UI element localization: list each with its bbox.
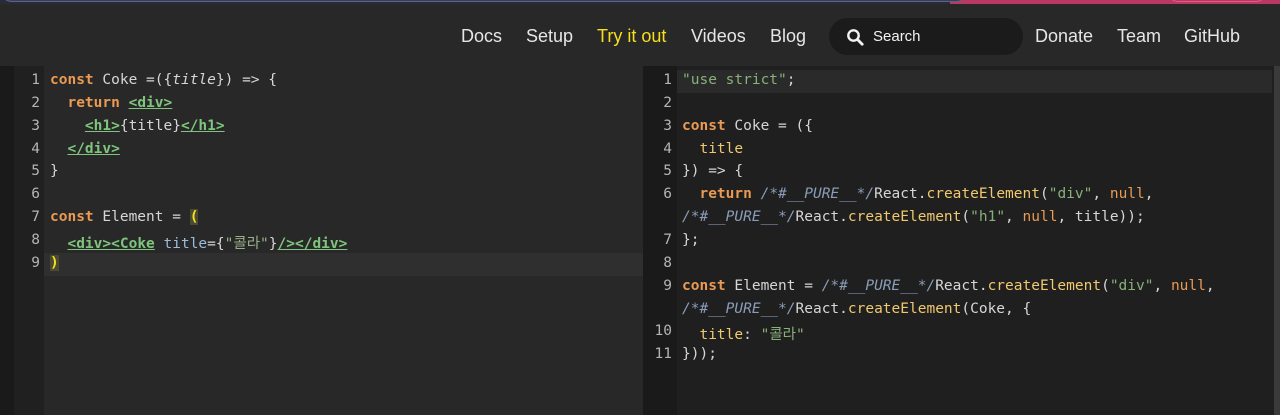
top-navbar: Docs Setup Try it out Videos Blog Search… (0, 4, 1280, 66)
search-icon (847, 29, 864, 46)
nav-github[interactable]: GitHub (1184, 26, 1240, 47)
code-line[interactable]: const Element = /*#__PURE__*/React.creat… (682, 278, 1215, 294)
code-line[interactable]: <h1>{title}</h1> (50, 118, 225, 134)
code-line[interactable]: </div> (50, 141, 119, 157)
line-number: 6 (663, 186, 672, 202)
code-line[interactable]: "use strict"; (682, 72, 796, 88)
code-line[interactable]: title: "콜라" (682, 323, 804, 344)
line-number: 6 (31, 186, 40, 202)
code-line[interactable]: }) => { (682, 163, 743, 179)
line-number: 1 (31, 72, 40, 88)
code-line[interactable]: const Coke =({title}) => { (50, 72, 277, 88)
code-line[interactable]: ) (50, 255, 59, 271)
line-number: 11 (654, 346, 672, 362)
nav-try-it-out[interactable]: Try it out (597, 26, 666, 47)
top-strip-pill (0, 0, 968, 2)
nav-videos[interactable]: Videos (691, 26, 746, 47)
nav-setup[interactable]: Setup (526, 26, 573, 47)
code-line[interactable]: }; (682, 232, 699, 248)
active-line-highlight (44, 253, 643, 276)
code-line[interactable]: /*#__PURE__*/React.createElement(Coke, { (682, 301, 1031, 317)
search-placeholder: Search (873, 28, 921, 45)
line-number: 8 (31, 232, 40, 248)
nav-blog[interactable]: Blog (770, 26, 806, 47)
line-number: 7 (663, 232, 672, 248)
line-number: 2 (663, 95, 672, 111)
line-number: 7 (31, 209, 40, 225)
code-line[interactable]: <div><Coke title={"콜라"}/></div> (50, 232, 347, 253)
output-scrollbar[interactable] (1274, 66, 1280, 415)
line-number: 4 (31, 141, 40, 157)
code-line[interactable]: const Coke = ({ (682, 118, 813, 134)
code-line[interactable]: return /*#__PURE__*/React.createElement(… (682, 186, 1153, 202)
line-number: 9 (31, 255, 40, 271)
line-number: 3 (663, 118, 672, 134)
line-number: 5 (31, 163, 40, 179)
line-number: 2 (31, 95, 40, 111)
code-line[interactable]: return <div> (50, 95, 172, 111)
nav-donate[interactable]: Donate (1035, 26, 1093, 47)
code-line[interactable]: })); (682, 346, 717, 362)
search-box[interactable]: Search (829, 18, 1023, 55)
nav-team[interactable]: Team (1117, 26, 1161, 47)
line-number: 4 (663, 141, 672, 157)
line-number: 10 (654, 323, 672, 339)
line-number: 1 (663, 72, 672, 88)
nav-docs[interactable]: Docs (461, 26, 502, 47)
line-number: 9 (663, 278, 672, 294)
line-number: 8 (663, 255, 672, 271)
code-line[interactable]: } (50, 163, 59, 179)
line-number: 3 (31, 118, 40, 134)
code-line[interactable]: /*#__PURE__*/React.createElement("h1", n… (682, 209, 1145, 225)
output-editor[interactable]: 1 2 3 4 5 6 7 8 9 10 11 "use strict"; co… (643, 66, 1280, 415)
line-number: 5 (663, 163, 672, 179)
code-line[interactable]: const Element = ( (50, 209, 199, 225)
input-editor[interactable]: 1 2 3 4 5 6 7 8 9 const Coke =({title}) … (0, 66, 643, 415)
top-strip-pill-right (1168, 0, 1266, 2)
code-line[interactable]: title (682, 141, 743, 157)
